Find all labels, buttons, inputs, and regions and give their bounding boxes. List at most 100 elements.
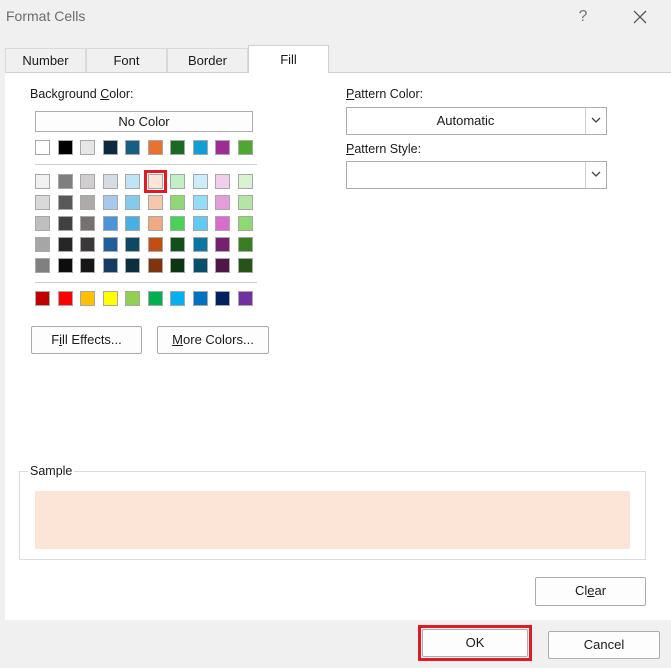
color-swatch[interactable] (58, 237, 73, 252)
color-swatch[interactable] (215, 291, 230, 306)
color-swatch[interactable] (215, 258, 230, 273)
color-swatch[interactable] (80, 174, 95, 189)
color-swatch[interactable] (215, 237, 230, 252)
pattern-style-dropdown[interactable] (346, 161, 607, 189)
color-swatch[interactable] (148, 216, 163, 231)
pattern-color-dropdown[interactable]: Automatic (346, 107, 607, 135)
cancel-button[interactable]: Cancel (548, 631, 660, 659)
color-swatch[interactable] (215, 140, 230, 155)
color-swatch[interactable] (103, 195, 118, 210)
color-swatch[interactable] (125, 237, 140, 252)
fill-effects-button[interactable]: Fill Effects... (31, 326, 142, 354)
color-swatch[interactable] (58, 216, 73, 231)
color-swatch[interactable] (103, 140, 118, 155)
color-swatch[interactable] (148, 258, 163, 273)
chevron-down-icon (591, 117, 601, 123)
color-swatch[interactable] (125, 195, 140, 210)
color-swatch[interactable] (148, 291, 163, 306)
color-swatch[interactable] (80, 216, 95, 231)
color-swatch[interactable] (238, 216, 253, 231)
color-swatch[interactable] (58, 140, 73, 155)
color-swatch[interactable] (125, 140, 140, 155)
color-swatch[interactable] (238, 291, 253, 306)
color-swatch[interactable] (170, 195, 185, 210)
ok-button-highlight (418, 625, 532, 661)
color-swatch[interactable] (238, 174, 253, 189)
color-swatch[interactable] (125, 291, 140, 306)
color-swatch[interactable] (215, 174, 230, 189)
color-swatch[interactable] (80, 195, 95, 210)
tab-border[interactable]: Border (167, 48, 248, 73)
color-swatch[interactable] (144, 170, 167, 193)
color-swatch[interactable] (193, 237, 208, 252)
color-swatch[interactable] (80, 140, 95, 155)
background-color-label: Background Color: (30, 87, 134, 101)
color-swatch[interactable] (170, 140, 185, 155)
dialog-title: Format Cells (6, 8, 86, 24)
palette-separator (35, 164, 257, 165)
color-swatch[interactable] (170, 174, 185, 189)
color-swatch[interactable] (148, 195, 163, 210)
pattern-style-value (347, 162, 584, 188)
color-swatch[interactable] (125, 216, 140, 231)
color-swatch[interactable] (238, 237, 253, 252)
color-swatch[interactable] (238, 140, 253, 155)
color-swatch[interactable] (170, 216, 185, 231)
color-swatch[interactable] (35, 291, 50, 306)
palette-separator (35, 282, 257, 283)
more-colors-button[interactable]: More Colors... (157, 326, 269, 354)
pattern-color-value: Automatic (436, 113, 495, 128)
tab-fill[interactable]: Fill (248, 45, 329, 73)
pattern-color-dropdown-arrow[interactable] (585, 108, 606, 134)
color-swatch[interactable] (35, 140, 50, 155)
color-swatch[interactable] (238, 195, 253, 210)
color-swatch[interactable] (35, 258, 50, 273)
color-swatch[interactable] (103, 216, 118, 231)
color-swatch[interactable] (170, 291, 185, 306)
color-swatch[interactable] (58, 258, 73, 273)
color-swatch[interactable] (103, 237, 118, 252)
close-button[interactable] (626, 4, 654, 30)
color-swatch[interactable] (148, 237, 163, 252)
color-swatch[interactable] (80, 258, 95, 273)
color-swatch[interactable] (35, 195, 50, 210)
pattern-style-label: Pattern Style: (346, 142, 422, 156)
color-swatch[interactable] (58, 195, 73, 210)
chevron-down-icon (591, 171, 601, 177)
color-swatch[interactable] (80, 237, 95, 252)
color-swatch[interactable] (193, 174, 208, 189)
color-swatch[interactable] (125, 258, 140, 273)
no-color-button[interactable]: No Color (35, 111, 253, 132)
tab-font[interactable]: Font (86, 48, 167, 73)
color-swatch[interactable] (193, 291, 208, 306)
color-swatch[interactable] (193, 216, 208, 231)
color-swatch[interactable] (80, 291, 95, 306)
color-swatch[interactable] (103, 258, 118, 273)
color-palette (35, 140, 257, 310)
color-swatch[interactable] (103, 174, 118, 189)
tab-number[interactable]: Number (5, 48, 86, 73)
help-button[interactable]: ? (570, 4, 596, 30)
clear-button[interactable]: Clear (535, 577, 646, 606)
color-swatch[interactable] (35, 216, 50, 231)
close-icon (633, 10, 647, 24)
pattern-style-dropdown-arrow[interactable] (585, 162, 606, 188)
color-swatch[interactable] (35, 174, 50, 189)
color-swatch[interactable] (125, 174, 140, 189)
color-swatch[interactable] (170, 258, 185, 273)
color-swatch[interactable] (215, 195, 230, 210)
color-swatch[interactable] (35, 237, 50, 252)
color-swatch[interactable] (238, 258, 253, 273)
pattern-color-label: Pattern Color: (346, 87, 424, 101)
color-swatch[interactable] (58, 291, 73, 306)
color-swatch[interactable] (193, 140, 208, 155)
sample-label: Sample (28, 464, 75, 478)
color-swatch[interactable] (170, 237, 185, 252)
color-swatch[interactable] (193, 195, 208, 210)
color-swatch[interactable] (58, 174, 73, 189)
color-swatch[interactable] (215, 216, 230, 231)
color-swatch[interactable] (148, 140, 163, 155)
color-swatch[interactable] (193, 258, 208, 273)
color-swatch[interactable] (103, 291, 118, 306)
sample-preview (35, 491, 630, 549)
